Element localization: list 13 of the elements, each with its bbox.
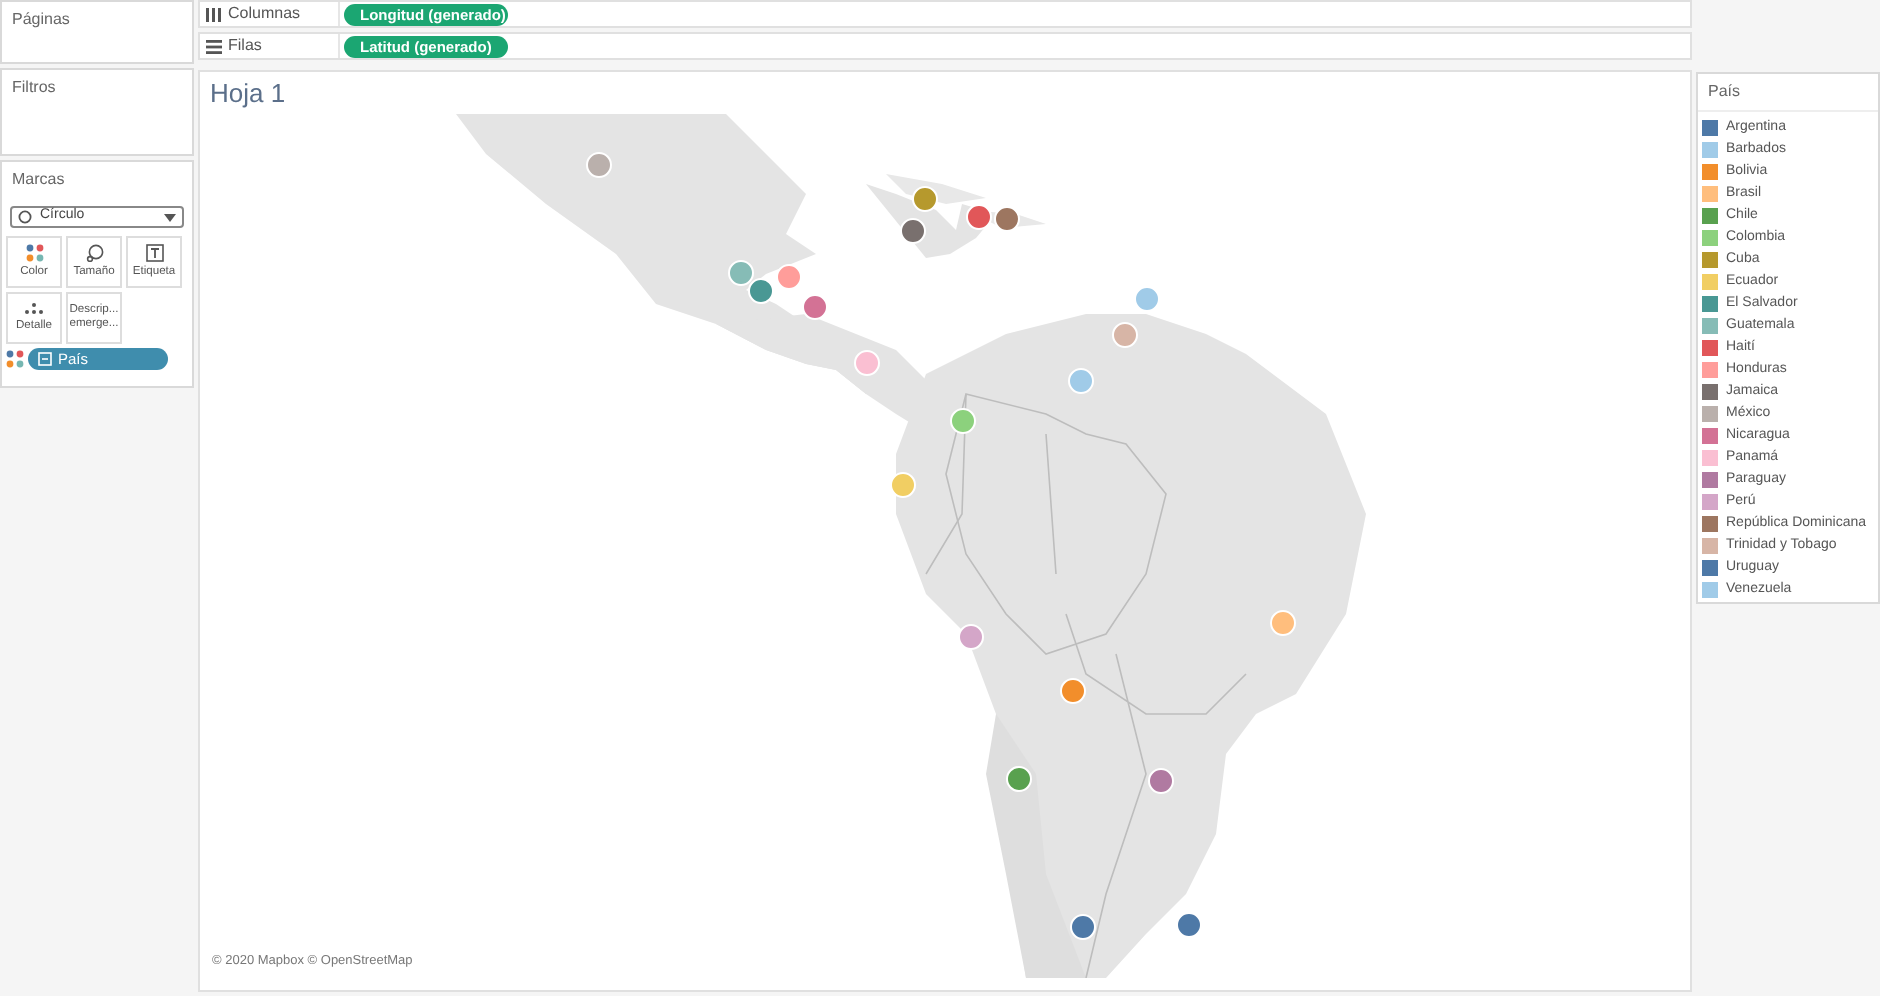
caret-icon xyxy=(164,213,176,221)
color-dots-icon xyxy=(25,244,43,262)
sheet-title: Hoja 1 xyxy=(208,76,288,110)
panel-title: Marcas xyxy=(10,168,67,192)
size-icon xyxy=(85,244,103,262)
panel-title: Filtros xyxy=(10,76,58,100)
circle-icon xyxy=(18,210,32,224)
text-label-icon xyxy=(145,244,163,262)
legend-title: País xyxy=(1698,74,1878,112)
color-dots-icon xyxy=(6,350,24,368)
panel-title: Páginas xyxy=(10,8,72,32)
detail-dots-icon xyxy=(24,302,44,316)
collapse-icon xyxy=(38,352,52,366)
